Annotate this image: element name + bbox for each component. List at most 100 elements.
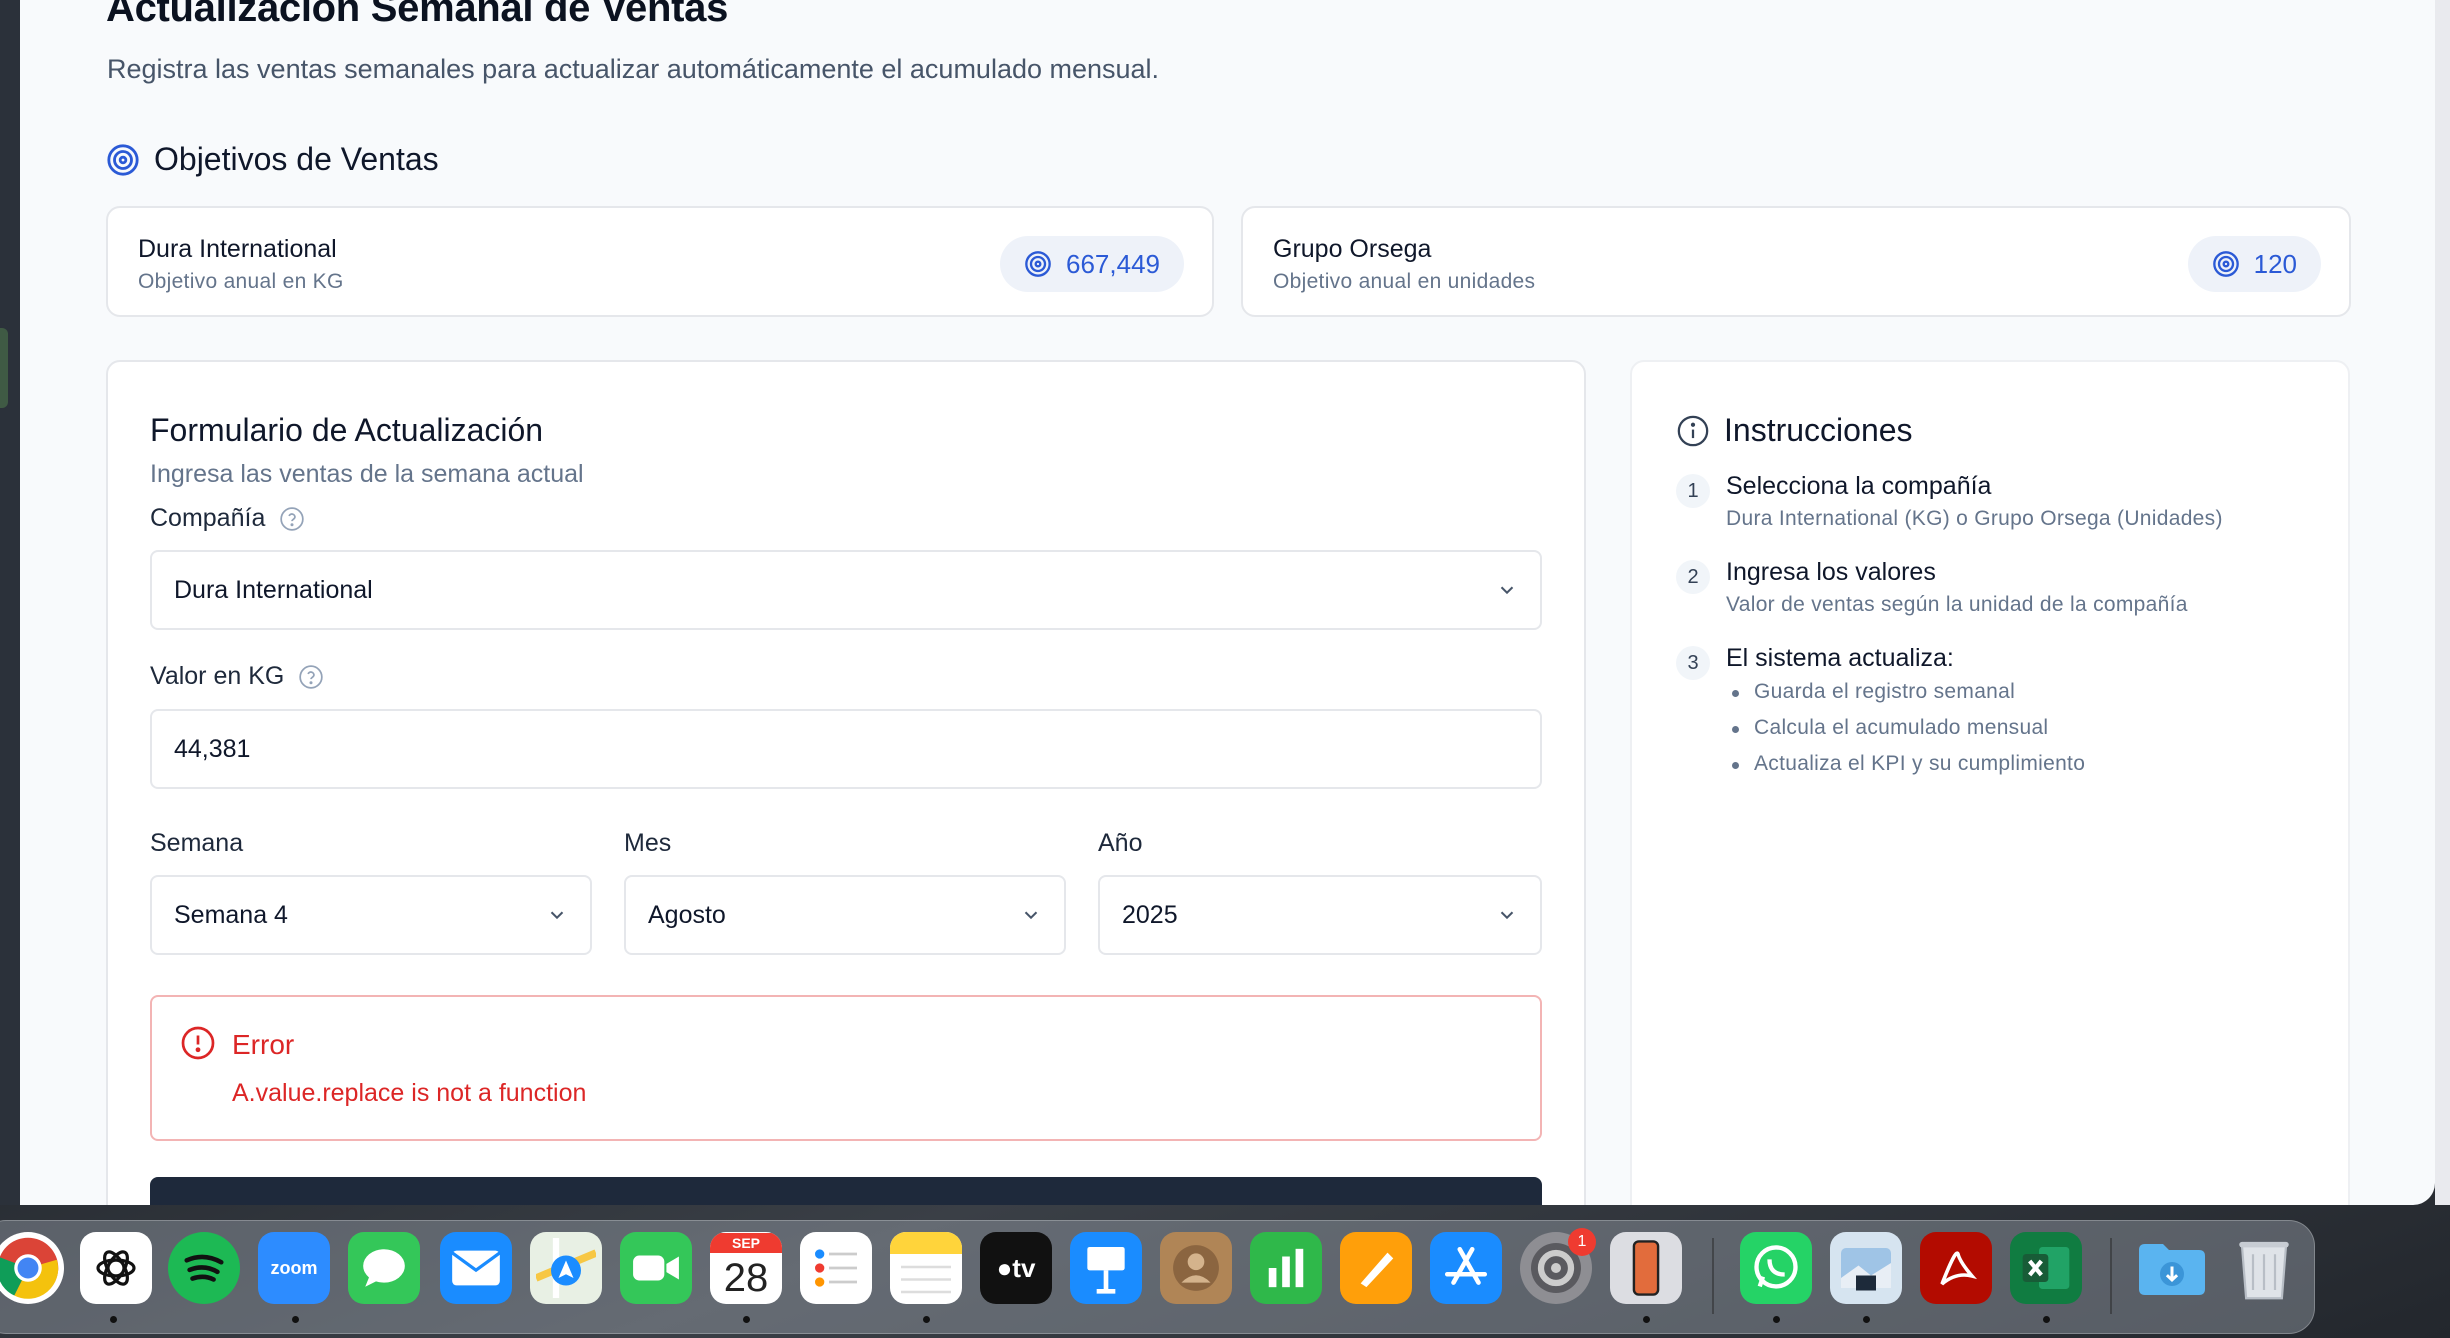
company-label-text: Compañía bbox=[150, 504, 266, 532]
preview-icon[interactable] bbox=[1830, 1232, 1902, 1304]
contacts-icon[interactable] bbox=[1160, 1232, 1232, 1304]
target-icon bbox=[2212, 250, 2240, 278]
month-select[interactable]: Agosto bbox=[624, 875, 1066, 955]
step-title: El sistema actualiza: bbox=[1726, 644, 1954, 672]
running-indicator bbox=[743, 1316, 750, 1323]
calendar-icon[interactable]: SEP 28 bbox=[710, 1232, 782, 1304]
running-indicator bbox=[923, 1316, 930, 1323]
running-indicator bbox=[2043, 1316, 2050, 1323]
goal-company-name: Grupo Orsega bbox=[1273, 235, 1432, 263]
step-number: 3 bbox=[1676, 646, 1710, 680]
calendar-day: 28 bbox=[723, 1256, 769, 1300]
company-select[interactable]: Dura International bbox=[150, 550, 1542, 630]
instructions-title: Instrucciones bbox=[1724, 412, 1913, 448]
step-number: 1 bbox=[1676, 474, 1710, 508]
calendar-month: SEP bbox=[710, 1233, 782, 1253]
excel-icon[interactable] bbox=[2010, 1232, 2082, 1304]
step-description: Valor de ventas según la unidad de la co… bbox=[1726, 593, 2188, 616]
appletv-icon[interactable]: ●tv bbox=[980, 1232, 1052, 1304]
trash-icon[interactable] bbox=[2228, 1232, 2300, 1304]
reminders-icon[interactable] bbox=[800, 1232, 872, 1304]
background-window-tab bbox=[0, 328, 8, 408]
instructions-card: Instrucciones 1 Selecciona la compañía D… bbox=[1630, 360, 2350, 1205]
value-label: Valor en KG bbox=[150, 662, 324, 691]
help-icon[interactable] bbox=[298, 664, 324, 690]
step-title: Selecciona la compañía bbox=[1726, 472, 1992, 500]
facetime-icon[interactable] bbox=[620, 1232, 692, 1304]
value-input[interactable]: 44,381 bbox=[150, 709, 1542, 789]
list-item: Calcula el acumulado mensual bbox=[1726, 714, 2085, 750]
chevron-down-icon bbox=[1496, 904, 1518, 926]
spotify-icon[interactable] bbox=[168, 1232, 240, 1304]
appletv-label: ●tv bbox=[996, 1252, 1036, 1283]
maps-icon[interactable] bbox=[530, 1232, 602, 1304]
error-alert: Error A.value.replace is not a function bbox=[150, 995, 1542, 1141]
month-label: Mes bbox=[624, 829, 672, 857]
downloads-icon[interactable] bbox=[2136, 1232, 2208, 1304]
step-bullet-list: Guarda el registro semanal Calcula el ac… bbox=[1726, 678, 2085, 786]
year-label: Año bbox=[1098, 829, 1143, 857]
running-indicator bbox=[292, 1316, 299, 1323]
alert-circle-icon bbox=[180, 1025, 216, 1061]
goal-value: 120 bbox=[2253, 248, 2297, 279]
pages-icon[interactable] bbox=[1340, 1232, 1412, 1304]
step-title: Ingresa los valores bbox=[1726, 558, 1936, 586]
company-label: Compañía bbox=[150, 504, 305, 533]
background-window-edge bbox=[0, 0, 20, 1205]
value-input-text: 44,381 bbox=[174, 734, 251, 763]
whatsapp-icon[interactable] bbox=[1740, 1232, 1812, 1304]
update-form-card: Formulario de Actualización Ingresa las … bbox=[106, 360, 1586, 1205]
error-message: A.value.replace is not a function bbox=[232, 1079, 587, 1107]
week-select-value: Semana 4 bbox=[174, 900, 288, 929]
zoom-icon[interactable]: zoom bbox=[258, 1232, 330, 1304]
year-select[interactable]: 2025 bbox=[1098, 875, 1542, 955]
acrobat-icon[interactable] bbox=[1920, 1232, 1992, 1304]
dock-separator bbox=[1712, 1238, 1714, 1314]
appstore-icon[interactable] bbox=[1430, 1232, 1502, 1304]
chevron-down-icon bbox=[546, 904, 568, 926]
goal-value: 667,449 bbox=[1066, 248, 1160, 279]
month-select-value: Agosto bbox=[648, 900, 726, 929]
running-indicator bbox=[1773, 1316, 1780, 1323]
running-indicator bbox=[1863, 1316, 1870, 1323]
goal-company-name: Dura International bbox=[138, 235, 337, 263]
notes-icon[interactable] bbox=[890, 1232, 962, 1304]
week-select[interactable]: Semana 4 bbox=[150, 875, 592, 955]
chevron-down-icon bbox=[1496, 579, 1518, 601]
form-subtitle: Ingresa las ventas de la semana actual bbox=[150, 460, 584, 488]
window-edge bbox=[2435, 0, 2450, 1205]
submit-button[interactable] bbox=[150, 1177, 1542, 1205]
zoom-label: zoom bbox=[270, 1257, 318, 1278]
notification-badge: 1 bbox=[1568, 1228, 1596, 1256]
info-icon bbox=[1676, 414, 1710, 448]
numbers-icon[interactable] bbox=[1250, 1232, 1322, 1304]
step-number: 2 bbox=[1676, 560, 1710, 594]
messages-icon[interactable] bbox=[348, 1232, 420, 1304]
goal-description: Objetivo anual en KG bbox=[138, 270, 344, 293]
page-subtitle: Registra las ventas semanales para actua… bbox=[107, 54, 1160, 84]
list-item: Actualiza el KPI y su cumplimiento bbox=[1726, 750, 2085, 786]
error-title: Error bbox=[232, 1029, 295, 1060]
instructions-header: Instrucciones bbox=[1676, 412, 1913, 449]
tv-label: tv bbox=[1012, 1252, 1036, 1283]
browser-window: Actualización Semanal de Ventas Registra… bbox=[20, 0, 2435, 1205]
keynote-icon[interactable] bbox=[1070, 1232, 1142, 1304]
goal-card-orsega: Grupo Orsega Objetivo anual en unidades … bbox=[1241, 206, 2351, 317]
objectives-title: Objetivos de Ventas bbox=[154, 141, 439, 177]
step-description: Dura International (KG) o Grupo Orsega (… bbox=[1726, 507, 2223, 530]
mail-icon[interactable] bbox=[440, 1232, 512, 1304]
goal-description: Objetivo anual en unidades bbox=[1273, 270, 1536, 293]
value-label-text: Valor en KG bbox=[150, 662, 285, 690]
goal-value-badge: 667,449 bbox=[1000, 236, 1184, 292]
page-title: Actualización Semanal de Ventas bbox=[106, 0, 729, 30]
company-select-value: Dura International bbox=[174, 575, 373, 604]
target-icon bbox=[106, 143, 140, 177]
help-icon[interactable] bbox=[279, 506, 305, 532]
chevron-down-icon bbox=[1020, 904, 1042, 926]
target-icon bbox=[1024, 250, 1052, 278]
list-item: Guarda el registro semanal bbox=[1726, 678, 2085, 714]
iphone-mirroring-icon[interactable] bbox=[1610, 1232, 1682, 1304]
running-indicator bbox=[110, 1316, 117, 1323]
goal-card-dura: Dura International Objetivo anual en KG … bbox=[106, 206, 1214, 317]
chatgpt-icon[interactable] bbox=[80, 1232, 152, 1304]
